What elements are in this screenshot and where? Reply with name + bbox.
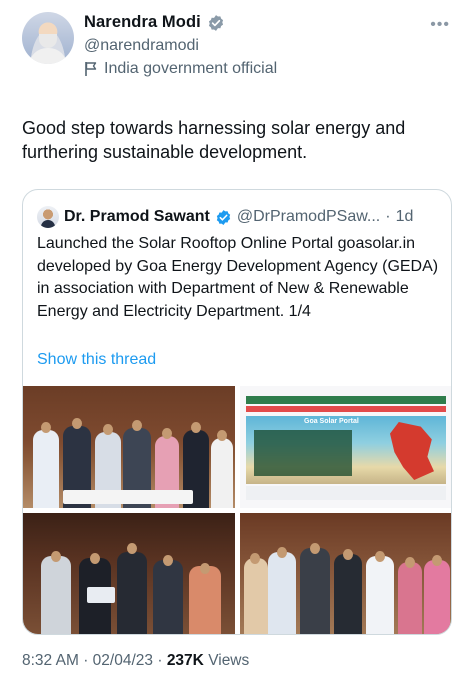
author-display-name[interactable]: Narendra Modi [84,13,201,32]
author-name-row: Narendra Modi [84,13,225,32]
quoted-tweet-header: Dr. Pramod Sawant @DrPramodPSaw... · 1d [37,206,413,228]
verified-badge-icon [208,14,223,31]
show-thread-link[interactable]: Show this thread [37,351,156,369]
quoted-author-avatar[interactable] [37,206,59,228]
media-grid: Goa Solar Portal [23,386,451,634]
government-label-text: India government official [104,60,278,77]
quoted-author-handle[interactable]: @DrPramodPSaw... [237,208,380,226]
tweet-time[interactable]: 8:32 AM [22,652,79,669]
separator-dot: · [157,652,163,669]
photo-launch-event[interactable] [23,386,235,508]
quoted-author-name[interactable]: Dr. Pramod Sawant [64,208,210,226]
views-label: Views [208,652,250,669]
more-options-icon[interactable]: ••• [430,16,450,34]
photo-group-portrait[interactable] [23,513,235,634]
author-handle[interactable]: @narendramodi [84,37,199,55]
photo-portal-screenshot[interactable]: Goa Solar Portal [240,386,451,508]
portal-nav [246,406,446,412]
portal-footer [246,486,446,500]
government-label: India government official [84,60,277,78]
tweet-text: Good step towards harnessing solar energ… [22,118,406,162]
tweet-header: Narendra Modi @narendramodi India govern… [22,12,462,84]
verified-badge-icon [216,209,230,225]
author-avatar[interactable] [22,12,74,64]
separator-dot: · [385,208,391,225]
portal-info-panel [254,430,352,476]
tweet-metadata: 8:32 AM · 02/04/23 · 237K Views [22,652,249,670]
portal-header [246,396,446,404]
tweet-date[interactable]: 02/04/23 [93,652,153,669]
photo-group-laptop[interactable] [240,513,451,634]
separator-dot: · [83,652,89,669]
quoted-tweet[interactable]: Dr. Pramod Sawant @DrPramodPSaw... · 1d … [22,189,452,635]
quoted-tweet-text: Launched the Solar Rooftop Online Portal… [37,235,439,320]
portal-title: Goa Solar Portal [304,418,359,425]
quoted-time[interactable]: 1d [396,208,414,226]
views-count[interactable]: 237K [167,652,204,669]
flag-icon [85,62,97,76]
